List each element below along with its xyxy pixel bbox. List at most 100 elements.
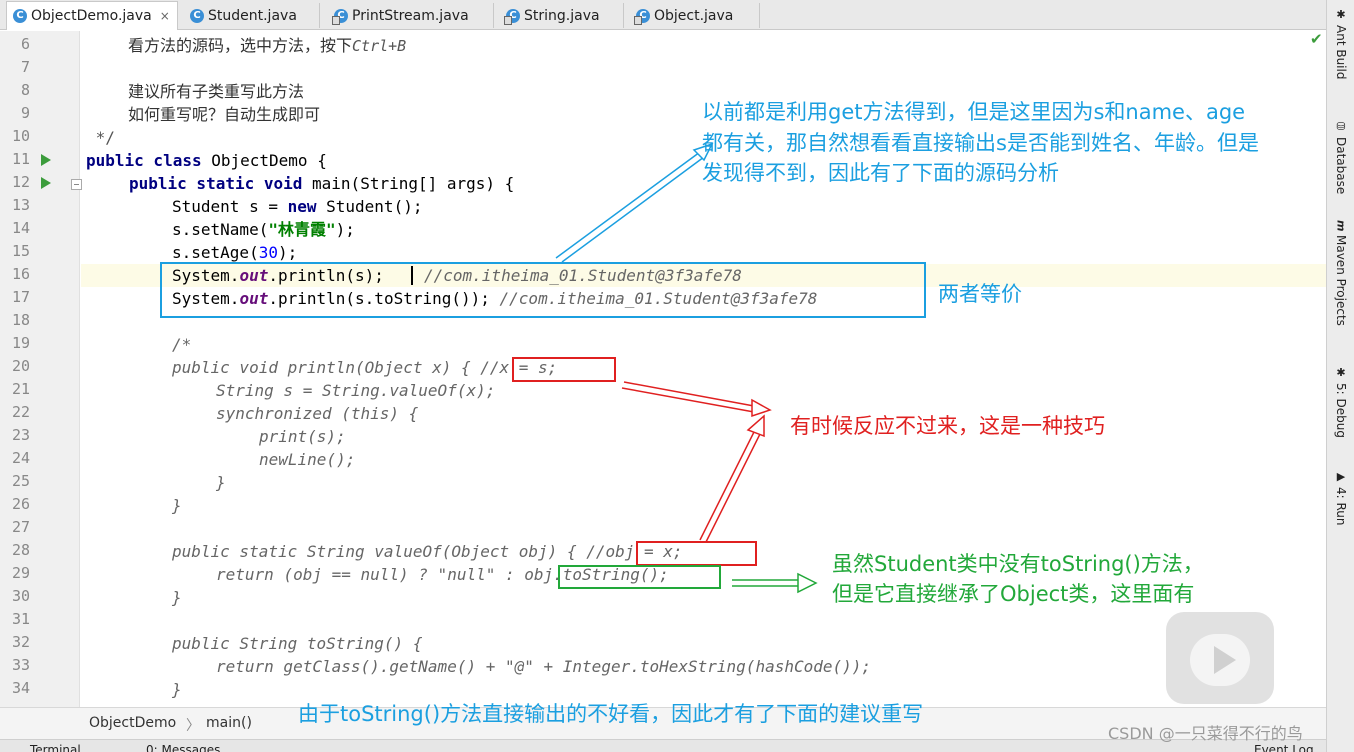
messages-tab[interactable]: 0: Messages — [146, 743, 220, 752]
right-tool-strip: ✱ Ant Build ⛁ Database m Maven Projects … — [1326, 0, 1354, 752]
fold-icon[interactable] — [71, 179, 82, 190]
code-line-13: Student s = new Student(); — [172, 197, 423, 216]
equivalent-lines-box — [160, 262, 926, 318]
event-log-tab[interactable]: Event Log — [1254, 743, 1314, 752]
line-number: 10 — [11, 127, 30, 145]
library-class-icon: C — [504, 8, 520, 25]
editor-tab-bar: C ObjectDemo.java × C Student.java C Pri… — [0, 0, 1326, 30]
note-blue-line3: 发现得不到，因此有了下面的源码分析 — [702, 161, 1059, 185]
line-number: 18 — [11, 311, 30, 329]
code-line-12: public static void main(String[] args) { — [129, 174, 515, 193]
x-equals-s-box — [512, 357, 616, 382]
line-number: 26 — [11, 495, 30, 513]
tab-object[interactable]: C Object.java — [630, 3, 760, 28]
note-blue-line2: 都有关，那自然想看看直接输出s是否能到姓名、年龄。但是 — [702, 131, 1259, 155]
terminal-tab[interactable]: Terminal — [30, 743, 81, 752]
line-number: 6 — [20, 35, 30, 53]
code-line-20: public void println(Object x) { //x = s; — [172, 358, 558, 377]
tab-label: Student.java — [208, 7, 297, 24]
tab-label: Object.java — [654, 7, 734, 24]
line-number: 32 — [11, 633, 30, 651]
code-line-15: s.setAge(30); — [172, 243, 298, 262]
close-icon[interactable]: × — [160, 9, 170, 23]
ant-icon: ✱ — [1334, 8, 1348, 21]
breadcrumb-file[interactable]: ObjectDemo — [89, 715, 176, 731]
tab-label: String.java — [524, 7, 600, 24]
library-class-icon: C — [634, 8, 650, 25]
line-number: 17 — [11, 288, 30, 306]
line-number: 28 — [11, 541, 30, 559]
code-line-8: 建议所有子类重写此方法 — [128, 82, 305, 101]
line-number: 9 — [20, 104, 30, 122]
blue-arrow — [555, 142, 714, 263]
line-number: 8 — [20, 81, 30, 99]
code-line-10: */ — [86, 128, 115, 147]
tool-database[interactable]: ⛁ Database — [1329, 120, 1353, 194]
tool-label: Maven Projects — [1334, 235, 1348, 327]
code-line-19: /* — [172, 335, 192, 354]
tool-label: 4: Run — [1334, 487, 1348, 526]
code-line-33: return getClass().getName() + "@" + Inte… — [216, 657, 872, 676]
line-number: 16 — [11, 265, 30, 283]
tab-printstream[interactable]: C PrintStream.java — [328, 3, 494, 28]
maven-icon: m — [1334, 220, 1348, 232]
line-number: 24 — [11, 449, 30, 467]
bug-icon: ✱ — [1334, 366, 1348, 379]
code-line-34: } — [172, 680, 182, 699]
note-green-line1: 虽然Student类中没有toString()方法， — [832, 552, 1204, 576]
code-line-26: } — [172, 496, 182, 515]
database-icon: ⛁ — [1334, 120, 1348, 133]
code-line-25: } — [216, 473, 226, 492]
library-class-icon: C — [332, 8, 348, 25]
line-number: 23 — [11, 426, 30, 444]
breadcrumb-separator: 〉 — [186, 718, 200, 734]
tool-label: 5: Debug — [1334, 383, 1348, 438]
line-number: 12 — [11, 173, 30, 191]
tool-ant-build[interactable]: ✱ Ant Build — [1329, 8, 1353, 79]
code-line-30: } — [172, 588, 182, 607]
tool-run[interactable]: ▶ 4: Run — [1329, 470, 1353, 526]
run-gutter-icon[interactable] — [41, 177, 51, 189]
line-number: 20 — [11, 357, 30, 375]
line-number: 30 — [11, 587, 30, 605]
tool-maven-projects[interactable]: m Maven Projects — [1329, 220, 1353, 326]
red-arrow-up — [699, 414, 765, 543]
line-number: 29 — [11, 564, 30, 582]
class-icon: C — [190, 8, 204, 23]
breadcrumb-method[interactable]: main() — [206, 715, 252, 731]
line-number: 21 — [11, 380, 30, 398]
line-number: 14 — [11, 219, 30, 237]
tab-string[interactable]: C String.java — [500, 3, 624, 28]
tool-label: Database — [1334, 137, 1348, 195]
code-line-14: s.setName("林青霞"); — [172, 220, 355, 239]
tab-label: PrintStream.java — [352, 7, 469, 24]
note-red-trick: 有时候反应不过来，这是一种技巧 — [790, 414, 1105, 438]
line-number: 34 — [11, 679, 30, 697]
run-icon: ▶ — [1334, 470, 1348, 483]
check-icon: ✔ — [1310, 30, 1323, 48]
note-green-line2: 但是它直接继承了Object类，这里面有 — [832, 582, 1195, 606]
code-line-32: public String toString() { — [172, 634, 423, 653]
line-number: 13 — [11, 196, 30, 214]
line-number: 22 — [11, 403, 30, 421]
csdn-watermark: CSDN @一只菜得不行的鸟 — [1108, 724, 1303, 743]
line-number: 15 — [11, 242, 30, 260]
line-number: 33 — [11, 656, 30, 674]
note-blue-line1: 以前都是利用get方法得到，但是这里因为s和name、age — [702, 100, 1246, 124]
tool-label: Ant Build — [1334, 25, 1348, 80]
line-number: 7 — [20, 58, 30, 76]
line-number: 31 — [11, 610, 30, 628]
tab-label: ObjectDemo.java — [31, 8, 152, 24]
line-number: 27 — [11, 518, 30, 536]
line-number: 11 — [11, 150, 30, 168]
video-play-icon[interactable] — [1166, 612, 1274, 704]
tab-objectdemo[interactable]: C ObjectDemo.java × — [6, 1, 178, 30]
obj-equals-x-box — [636, 541, 757, 566]
code-line-22: synchronized (this) { — [216, 404, 419, 423]
run-gutter-icon[interactable] — [41, 154, 51, 166]
tab-student[interactable]: C Student.java — [184, 3, 320, 28]
code-line-24: newLine(); — [259, 450, 356, 469]
code-line-21: String s = String.valueOf(x); — [216, 381, 496, 400]
code-line-28: public static String valueOf(Object obj)… — [172, 542, 683, 561]
tool-debug[interactable]: ✱ 5: Debug — [1329, 366, 1353, 438]
